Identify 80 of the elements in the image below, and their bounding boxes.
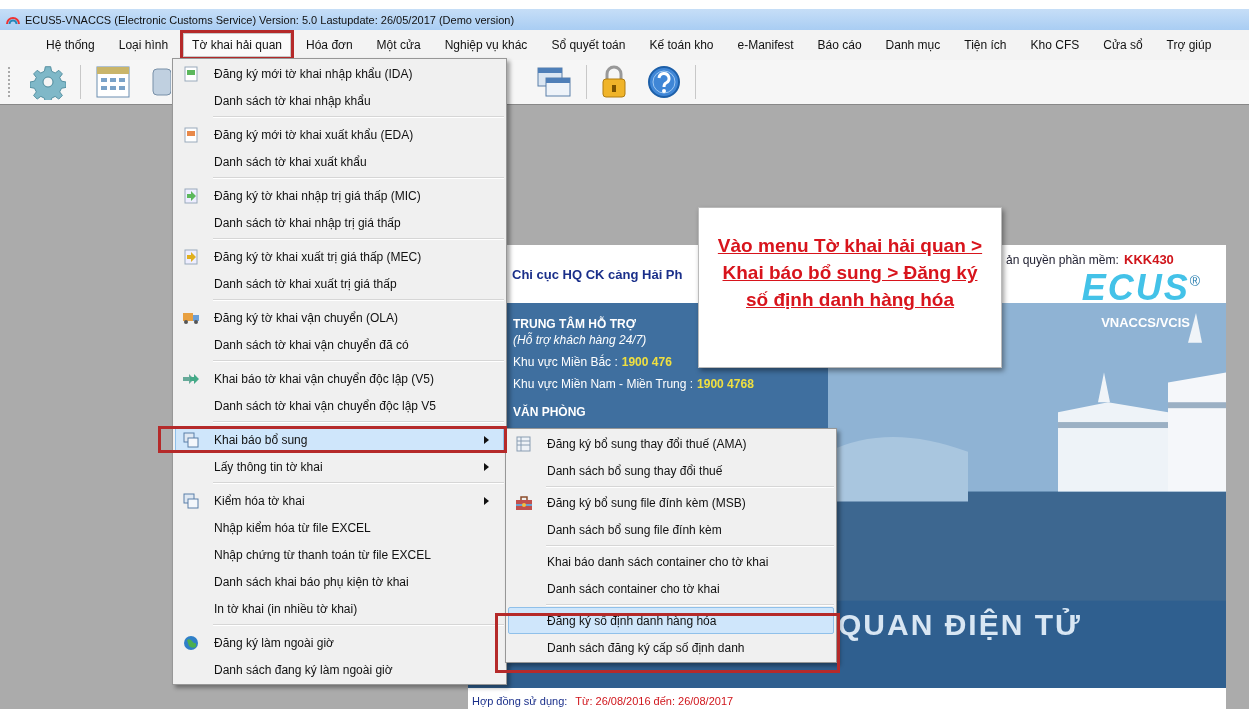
- support-note: (Hỗ trợ khách hàng 24/7): [513, 333, 648, 347]
- menu-item[interactable]: Hệ thống: [37, 33, 104, 57]
- rainbow-arch-icon: [6, 15, 20, 24]
- license-code: KKK430: [1124, 252, 1174, 267]
- help-icon[interactable]: [647, 65, 681, 99]
- menu-item[interactable]: Danh sách tờ khai vận chuyển độc lập V5: [175, 392, 504, 419]
- menu-item[interactable]: Tiện ích: [955, 33, 1016, 57]
- document-arrow-icon: [184, 187, 198, 204]
- menu-item[interactable]: Lấy thông tin tờ khai: [175, 453, 504, 480]
- settings-icon[interactable]: [30, 64, 66, 100]
- menu-item[interactable]: Khai báo tờ khai vận chuyển độc lập (V5): [175, 365, 504, 392]
- menu-item[interactable]: Nhập chứng từ thanh toán từ file EXCEL: [175, 541, 504, 568]
- menu-item[interactable]: Danh sách tờ khai xuất khẩu: [175, 148, 504, 175]
- truck-icon: [182, 310, 200, 325]
- menu-item[interactable]: Đăng ký tờ khai xuất trị giá thấp (MEC): [175, 243, 504, 270]
- hotline-number: 1900 4768: [697, 377, 754, 391]
- menu-item[interactable]: Danh mục: [876, 33, 950, 57]
- menu-item[interactable]: Đăng ký làm ngoài giờ: [175, 629, 504, 656]
- logo-subtitle: VNACCS/VCIS: [1101, 315, 1190, 330]
- license-label: ản quyền phần mềm:: [1006, 253, 1119, 267]
- window-title: ECUS5-VNACCS (Electronic Customs Service) Version: 5.0 Lastupdate: 26/05/2017 (Demo version): [25, 13, 515, 26]
- windows-icon: [183, 492, 199, 509]
- menu-item[interactable]: Danh sách đang ký làm ngoài giờ: [175, 656, 504, 683]
- double-arrow-icon: [182, 372, 200, 385]
- document-arrow-icon: [184, 248, 198, 265]
- document-icon: [184, 126, 198, 143]
- menu-item[interactable]: Kế toán kho: [640, 33, 723, 57]
- support-title: TRUNG TÂM HỖ TRỢ: [513, 317, 637, 331]
- menu-item[interactable]: Đăng ký tờ khai nhập trị giá thấp (MIC): [175, 182, 504, 209]
- product-logo: ECUS: [1081, 267, 1190, 309]
- registered-mark: ®: [1189, 273, 1200, 289]
- menu-item[interactable]: Danh sách bổ sung thay đổi thuế: [508, 457, 834, 484]
- hotline-number: 1900 476: [621, 355, 672, 369]
- table-icon: [516, 435, 532, 452]
- menu-item[interactable]: Khai báo danh sách container cho tờ khai: [508, 548, 834, 575]
- menu-item[interactable]: Danh sách container cho tờ khai: [508, 575, 834, 602]
- menu-item[interactable]: Đăng ký tờ khai vận chuyển (OLA): [175, 304, 504, 331]
- menu-item[interactable]: Danh sách tờ khai xuất trị giá thấp: [175, 270, 504, 297]
- menu-item[interactable]: Đăng ký mới tờ khai nhập khẩu (IDA): [175, 60, 504, 87]
- hotline-label: Khu vực Miền Bắc :: [513, 355, 618, 369]
- menu-item[interactable]: Hóa đơn: [297, 33, 362, 57]
- menu-item[interactable]: Danh sách tờ khai vận chuyển đã có: [175, 331, 504, 358]
- submenu-arrow-icon: [484, 462, 489, 471]
- windows-icon[interactable]: [536, 66, 572, 98]
- contract-dates: Từ: 26/08/2016 đến: 26/08/2017: [575, 695, 734, 707]
- submenu-arrow-icon: [484, 435, 489, 444]
- windows-icon: [183, 431, 199, 448]
- menu-item[interactable]: Đăng ký bổ sung file đính kèm (MSB): [508, 489, 834, 516]
- menu-item[interactable]: e-Manifest: [728, 33, 803, 57]
- menu-item[interactable]: Nghiệp vụ khác: [435, 33, 537, 57]
- padlock-icon[interactable]: [601, 65, 627, 99]
- menu-item[interactable]: In tờ khai (in nhiều tờ khai): [175, 595, 504, 622]
- banner-text: QUAN ĐIỆN TỬ: [838, 608, 1082, 642]
- menu-item[interactable]: Danh sách đăng ký cấp số định danh: [508, 634, 834, 661]
- callout-note: Vào menu Tờ khai hải quan > Khai báo bổ sung > Đăng ký số định danh hàng hóa: [698, 207, 1002, 368]
- toolbox-icon: [515, 494, 533, 511]
- document-icon: [184, 65, 198, 82]
- globe-icon: [183, 634, 199, 651]
- office-name: Chi cục HQ CK cảng Hải Ph: [512, 267, 683, 282]
- menu-item[interactable]: Danh sách bổ sung file đính kèm: [508, 516, 834, 543]
- menu-item[interactable]: Danh sách tờ khai nhập trị giá thấp: [175, 209, 504, 236]
- menu-item[interactable]: Danh sách tờ khai nhập khẩu: [175, 87, 504, 114]
- menu-item[interactable]: Đăng ký mới tờ khai xuất khẩu (EDA): [175, 121, 504, 148]
- menu-item[interactable]: Đăng ký bổ sung thay đổi thuế (AMA): [508, 430, 834, 457]
- menu-item[interactable]: Nhập kiểm hóa từ file EXCEL: [175, 514, 504, 541]
- menu-item[interactable]: Danh sách khai báo phụ kiện tờ khai: [175, 568, 504, 595]
- menu-item[interactable]: Kiểm hóa tờ khai: [175, 487, 504, 514]
- menu-item[interactable]: Trợ giúp: [1157, 33, 1221, 57]
- submenu-arrow-icon: [484, 496, 489, 505]
- menu-item[interactable]: Tờ khai hải quan: [183, 33, 292, 57]
- menu-item[interactable]: Loại hình: [109, 33, 178, 57]
- office-title: VĂN PHÒNG: [513, 405, 587, 419]
- menu-item[interactable]: Cửa sổ: [1094, 33, 1152, 57]
- hotline-label: Khu vực Miền Nam - Miền Trung :: [513, 377, 694, 391]
- menu-item[interactable]: Một cửa: [367, 33, 430, 57]
- menu-item[interactable]: Báo cáo: [808, 33, 871, 57]
- calendar-icon[interactable]: [95, 65, 131, 99]
- menu-item[interactable]: Sổ quyết toán: [542, 33, 635, 57]
- contract-label: Hợp đồng sử dụng:: [472, 695, 568, 707]
- menu-item[interactable]: Kho CFS: [1021, 33, 1089, 57]
